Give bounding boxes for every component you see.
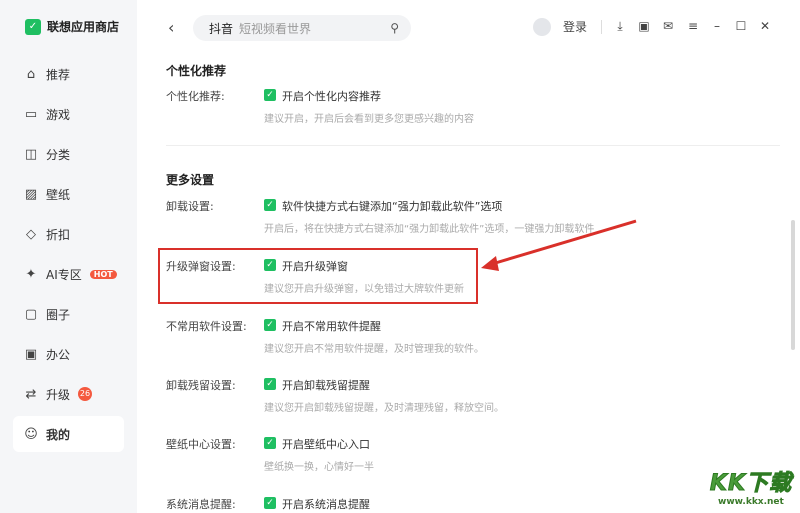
watermark-url: www.kkx.net [718,497,784,507]
watermark-logo: KK下载 www.kkx.net [709,465,792,508]
watermark-text: KK下载 [709,471,792,497]
annotation-arrow [481,219,637,271]
scrollbar[interactable] [791,220,795,350]
